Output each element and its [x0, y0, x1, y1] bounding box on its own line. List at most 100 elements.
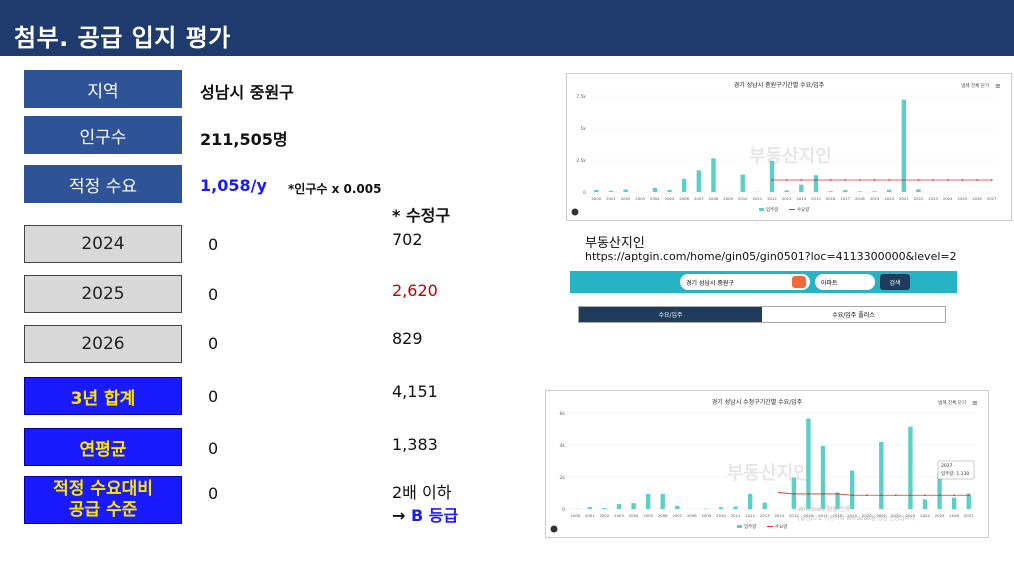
legend-toggle: 범례 전체 닫기	[961, 82, 989, 89]
bar	[922, 499, 928, 509]
bar	[843, 190, 848, 192]
x-tick-label: 2002	[621, 196, 631, 201]
bar	[799, 184, 804, 192]
compare-2024: 702	[392, 230, 423, 249]
label-2026: 2026	[24, 325, 182, 363]
bar	[608, 190, 614, 192]
bar	[857, 191, 863, 192]
legend-swatch-supply	[759, 208, 764, 211]
x-tick-label: 2007	[694, 196, 704, 201]
demand-point	[880, 494, 883, 497]
demand-point	[967, 494, 970, 497]
y-tick-label: 0	[583, 190, 586, 196]
demand-point	[778, 491, 781, 494]
x-tick-label: 2008	[687, 513, 697, 518]
bar	[901, 99, 907, 192]
demand-point	[873, 179, 876, 181]
x-tick-label: 2027	[987, 196, 997, 201]
bar	[594, 189, 599, 192]
location-icon[interactable]	[792, 276, 806, 288]
chart-title: 경기 성남시 수정구기간별 수요/입주	[712, 398, 803, 406]
compare-2025: 2,620	[392, 281, 438, 300]
x-tick-label: 2026	[972, 196, 982, 201]
y-tick-label: 0	[562, 507, 565, 513]
y-tick-label: 5k	[581, 126, 587, 132]
source-url[interactable]: https://aptgin.com/home/gin05/gin0501?lo…	[585, 250, 957, 263]
bar	[740, 174, 745, 192]
demand-point	[902, 179, 905, 181]
menu-icon: ≡	[995, 82, 1001, 90]
bar	[886, 189, 892, 192]
x-tick-label: 2005	[665, 196, 675, 201]
type-select-value: 아파트	[821, 279, 838, 287]
x-tick-label: 2001	[585, 513, 595, 518]
x-tick-label: 2002	[600, 513, 610, 518]
bar	[733, 506, 738, 509]
x-tick-label: 2011	[731, 513, 741, 518]
x-tick-label: 2008	[709, 196, 719, 201]
demand-point	[888, 179, 891, 181]
demand-point	[836, 493, 839, 495]
value-supply-level: 0	[208, 484, 219, 503]
grade-badge: B 등급	[410, 506, 459, 525]
search-bar: 경기 성남시 중원구 아파트 검색	[570, 271, 957, 293]
bar	[762, 502, 767, 509]
demand-point	[961, 179, 964, 181]
y-tick-label: 4k	[560, 443, 566, 449]
activation-subtitle: [설정]으로 이동하여 Windows를 정품 인증합니다.	[798, 514, 917, 522]
bar	[667, 189, 672, 192]
activation-title: Windows 정품 인증	[798, 506, 851, 513]
demand-point	[865, 494, 868, 497]
tooltip-value: 입주량: 1,130	[941, 470, 969, 477]
x-tick-label: 2005	[643, 513, 653, 518]
demand-point	[771, 179, 773, 181]
legend-toggle: 범례 전체 닫기	[938, 399, 966, 406]
x-tick-label: 2014	[774, 513, 784, 518]
x-tick-label: 2020	[884, 196, 894, 201]
value-2024: 0	[208, 235, 219, 254]
tab-demand-supply[interactable]: 수요/입주	[579, 307, 762, 322]
demand-point	[792, 493, 795, 495]
bar	[872, 191, 877, 192]
x-tick-label: 2001	[606, 196, 616, 201]
label-total: 3년 합계	[24, 377, 182, 415]
x-tick-label: 2003	[635, 196, 645, 201]
demand-point	[938, 494, 941, 497]
x-tick-label: 2021	[899, 196, 909, 201]
bar	[879, 441, 884, 509]
x-tick-label: 2018	[855, 196, 865, 201]
bar	[951, 497, 957, 509]
demand-point	[917, 179, 920, 181]
label-2025: 2025	[24, 275, 182, 313]
search-button[interactable]: 검색	[880, 274, 910, 290]
x-tick-label: 2006	[658, 513, 668, 518]
bar	[916, 189, 921, 192]
demand-formula-note: *인구수 x 0.005	[288, 182, 382, 196]
region-select[interactable]: 경기 성남시 중원구	[680, 274, 810, 290]
demand-point	[953, 494, 956, 497]
label-region: 지역	[24, 70, 182, 108]
type-select[interactable]: 아파트	[815, 274, 875, 290]
bar	[908, 426, 913, 509]
bar	[696, 170, 702, 192]
x-tick-label: 2016	[826, 196, 836, 201]
settings-icon	[571, 208, 579, 216]
title-bar: 첨부. 공급 입지 평가	[0, 0, 1014, 56]
chart-sujeong-svg: 경기 성남시 수정구기간별 수요/입주 범례 전체 닫기 ≡ 6k 4k 2k 0 부동산지인…	[550, 398, 978, 533]
y-tick-label: 7.5k	[576, 94, 586, 100]
demand-point	[894, 494, 897, 497]
demand-point	[946, 179, 949, 181]
x-tick-label: 2025	[958, 196, 968, 201]
x-tick-label: 2024	[920, 513, 930, 518]
value-region: 성남시 중원구	[200, 83, 294, 102]
bar	[784, 190, 789, 192]
bar	[681, 178, 687, 192]
demand-point	[990, 179, 993, 181]
bar	[675, 505, 680, 509]
chart-sujeong: 경기 성남시 수정구기간별 수요/입주 범례 전체 닫기 ≡ 6k 4k 2k 0 부동산지인…	[545, 390, 989, 538]
bar	[587, 507, 593, 509]
bar	[711, 158, 716, 192]
region-select-value: 경기 성남시 중원구	[686, 279, 734, 287]
x-tick-label: 2025	[935, 513, 945, 518]
tab-demand-supply-plus[interactable]: 수요/입주 플러스	[762, 307, 945, 322]
